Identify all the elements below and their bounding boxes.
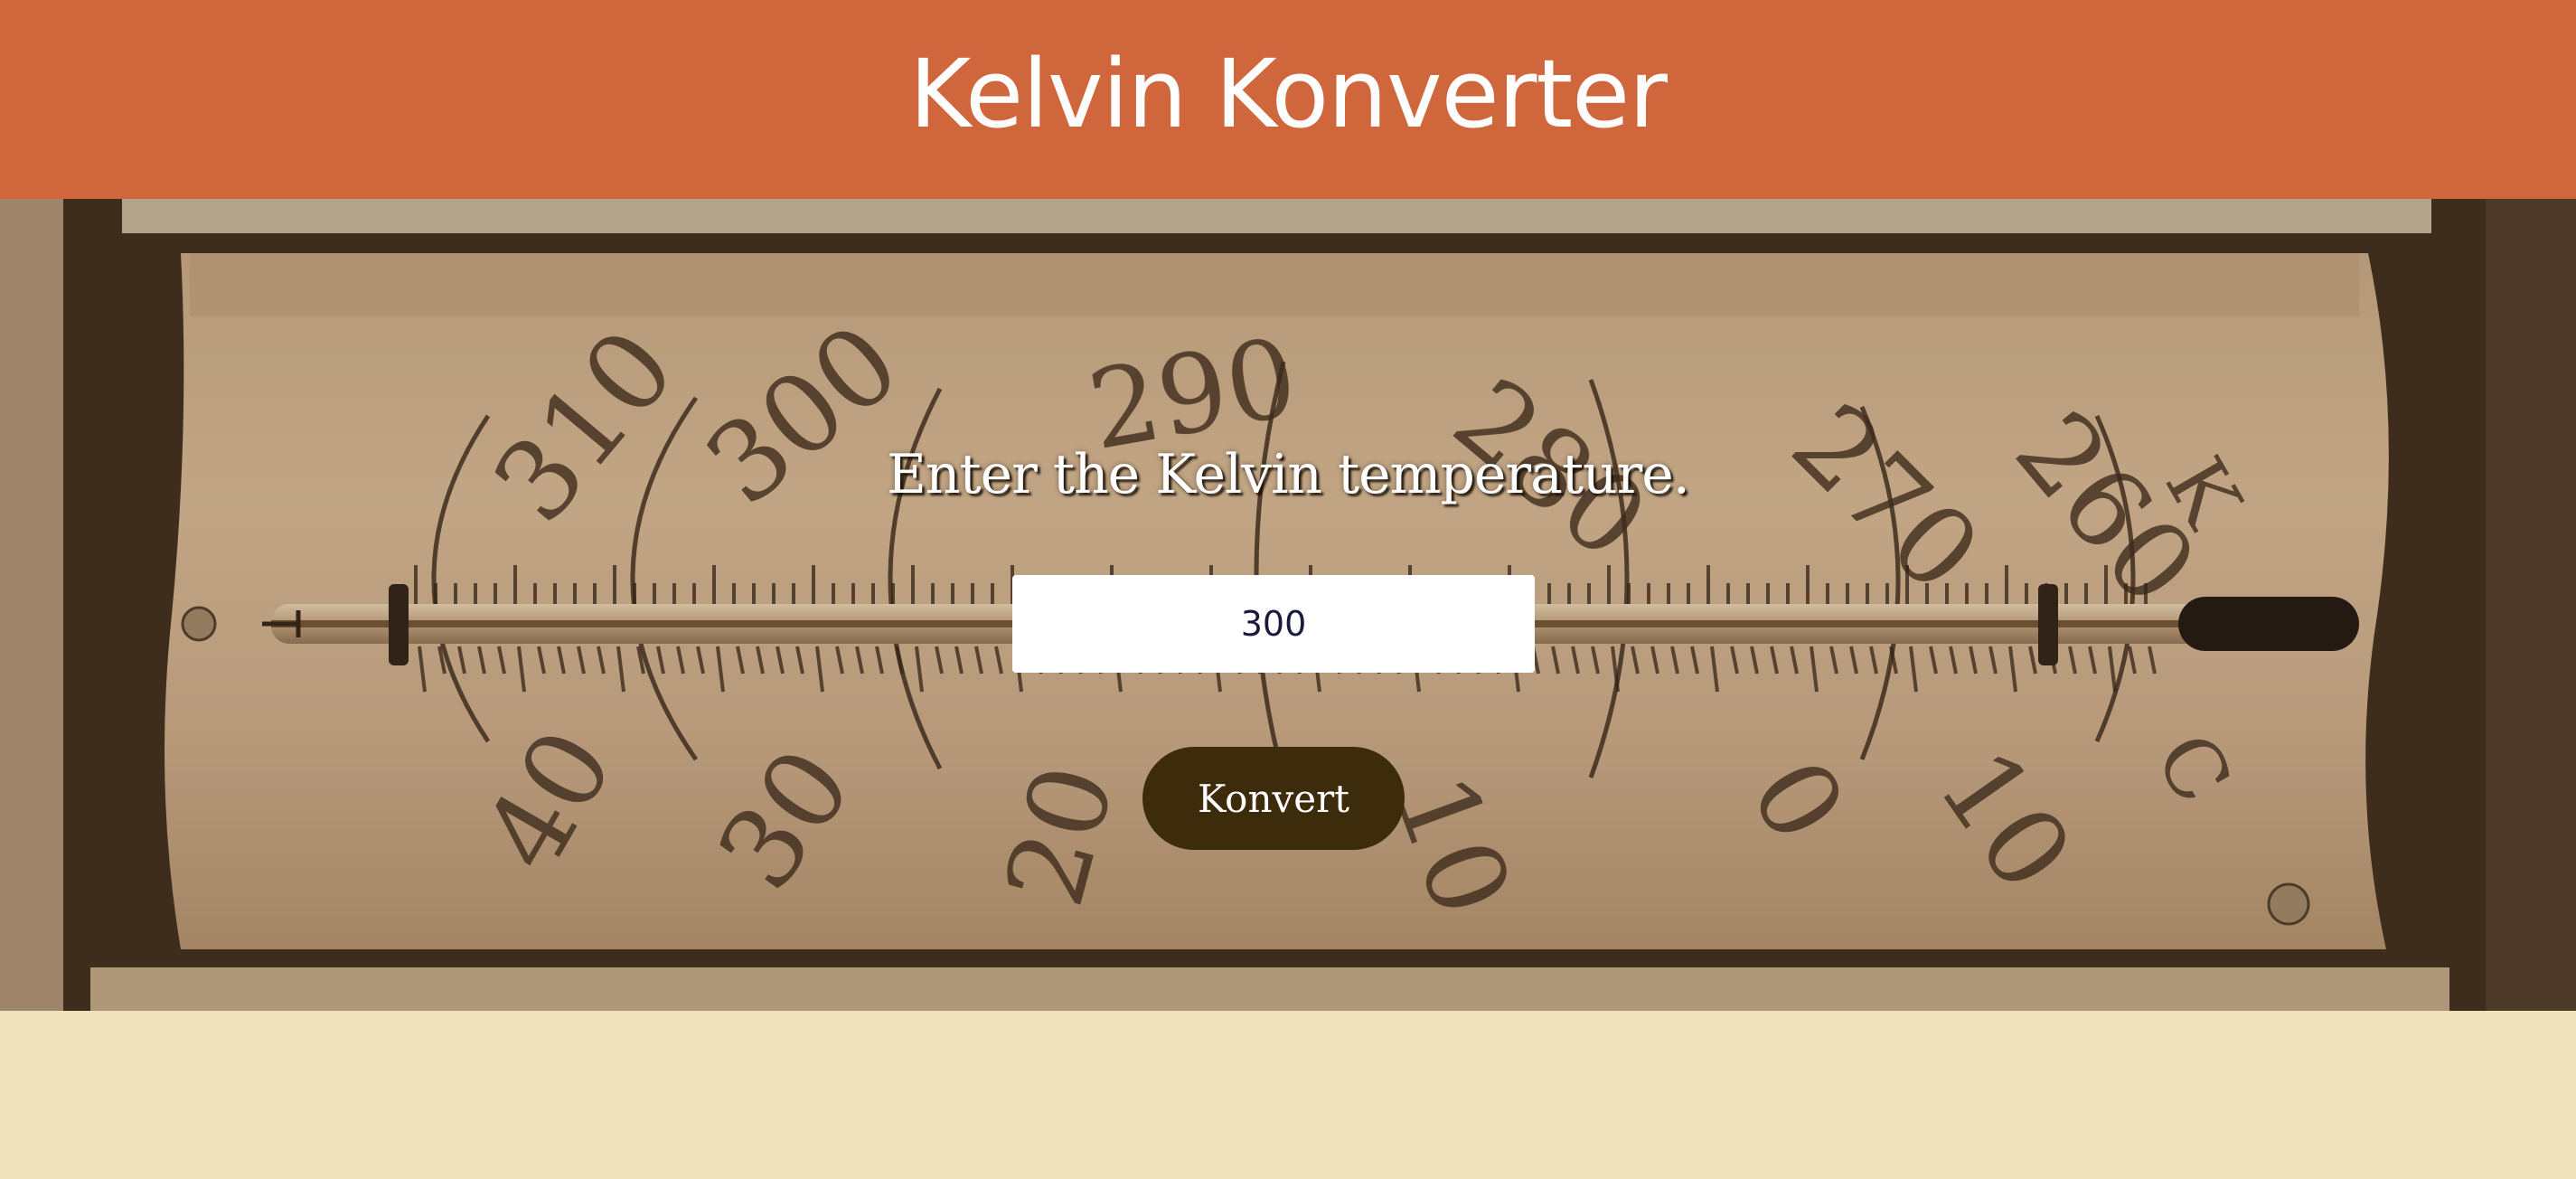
app-header: Kelvin Konverter: [0, 0, 2576, 199]
hero-section: 310 300 290 280 270 260 K 40 30 20 10 0 …: [0, 199, 2576, 1011]
konvert-button[interactable]: Konvert: [1142, 747, 1405, 850]
kelvin-temperature-input[interactable]: [1012, 575, 1535, 673]
kelvin-prompt: Enter the Kelvin temperature.: [887, 443, 1690, 506]
page-footer-area: [0, 1011, 2576, 1179]
app-title: Kelvin Konverter: [909, 39, 1668, 149]
